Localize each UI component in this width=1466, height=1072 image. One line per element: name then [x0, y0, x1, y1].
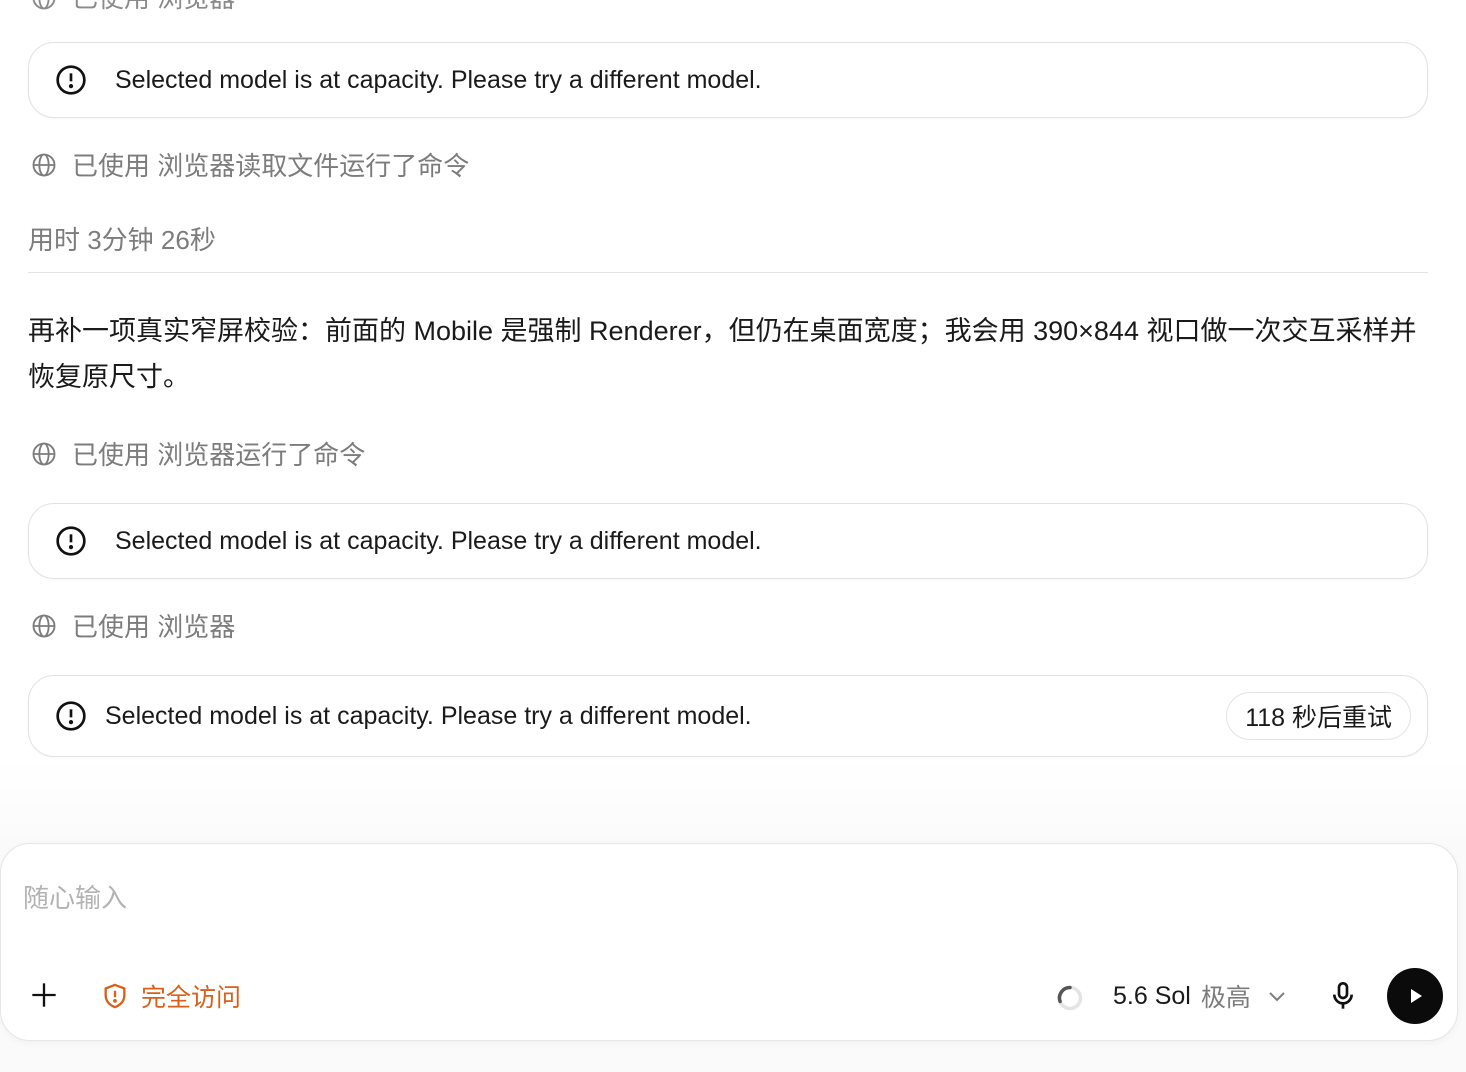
tool-usage-row[interactable]: 已使用 浏览器运行了命令: [30, 435, 365, 472]
tool-usage-label: 已使用 浏览器: [72, 0, 235, 11]
alert-circle-icon: [55, 700, 87, 732]
error-card: Selected model is at capacity. Please tr…: [28, 42, 1428, 118]
tool-usage-row[interactable]: 已使用 浏览器: [30, 607, 235, 644]
retry-countdown-button[interactable]: 118 秒后重试: [1226, 692, 1411, 740]
tool-usage-label: 已使用 浏览器: [72, 612, 236, 642]
elapsed-time: 用时 3分钟 26秒: [28, 225, 216, 255]
error-message: Selected model is at capacity. Please tr…: [105, 701, 752, 730]
assistant-message: 再补一项真实窄屏校验：前面的 Mobile 是强制 Renderer，但仍在桌面…: [28, 316, 1417, 392]
error-card: Selected model is at capacity. Please tr…: [28, 503, 1428, 579]
tool-usage-row-partial[interactable]: 已使用 浏览器: [30, 0, 235, 12]
play-icon: [1411, 989, 1422, 1003]
message-input[interactable]: 随心输入: [23, 878, 127, 915]
model-name: 5.6 Sol: [1113, 981, 1191, 1010]
shield-alert-icon: [101, 982, 129, 1010]
tool-usage-row[interactable]: 已使用 浏览器读取文件运行了命令: [30, 146, 469, 183]
chevron-down-icon: [1265, 984, 1289, 1008]
globe-icon: [30, 0, 58, 12]
error-card: Selected model is at capacity. Please tr…: [28, 675, 1428, 757]
chat-page: 已使用 浏览器 Selected model is at capacity. P…: [0, 0, 1466, 1072]
scroll-fade: [0, 760, 1466, 850]
globe-icon: [30, 440, 58, 468]
tool-usage-label: 已使用 浏览器读取文件运行了命令: [72, 151, 470, 181]
alert-circle-icon: [55, 525, 87, 557]
access-mode-button[interactable]: 完全访问: [101, 980, 241, 1012]
add-attachment-button[interactable]: [27, 978, 61, 1012]
model-selector[interactable]: 5.6 Sol 极高: [1113, 980, 1289, 1012]
reasoning-effort: 极高: [1200, 984, 1251, 1012]
globe-icon: [30, 151, 58, 179]
spinner-icon: [1056, 984, 1084, 1012]
microphone-button[interactable]: [1327, 980, 1359, 1012]
plus-icon: [32, 983, 56, 1007]
globe-icon: [30, 612, 58, 640]
send-button[interactable]: [1387, 968, 1443, 1024]
composer[interactable]: 随心输入 完全访问 5.6 Sol 极高: [0, 843, 1458, 1041]
alert-circle-icon: [55, 64, 87, 96]
error-message: Selected model is at capacity. Please tr…: [115, 526, 762, 555]
microphone-icon: [1333, 982, 1353, 1009]
error-message: Selected model is at capacity. Please tr…: [115, 65, 762, 94]
access-mode-label: 完全访问: [141, 984, 242, 1012]
divider: [28, 272, 1428, 273]
tool-usage-label: 已使用 浏览器运行了命令: [72, 440, 366, 470]
